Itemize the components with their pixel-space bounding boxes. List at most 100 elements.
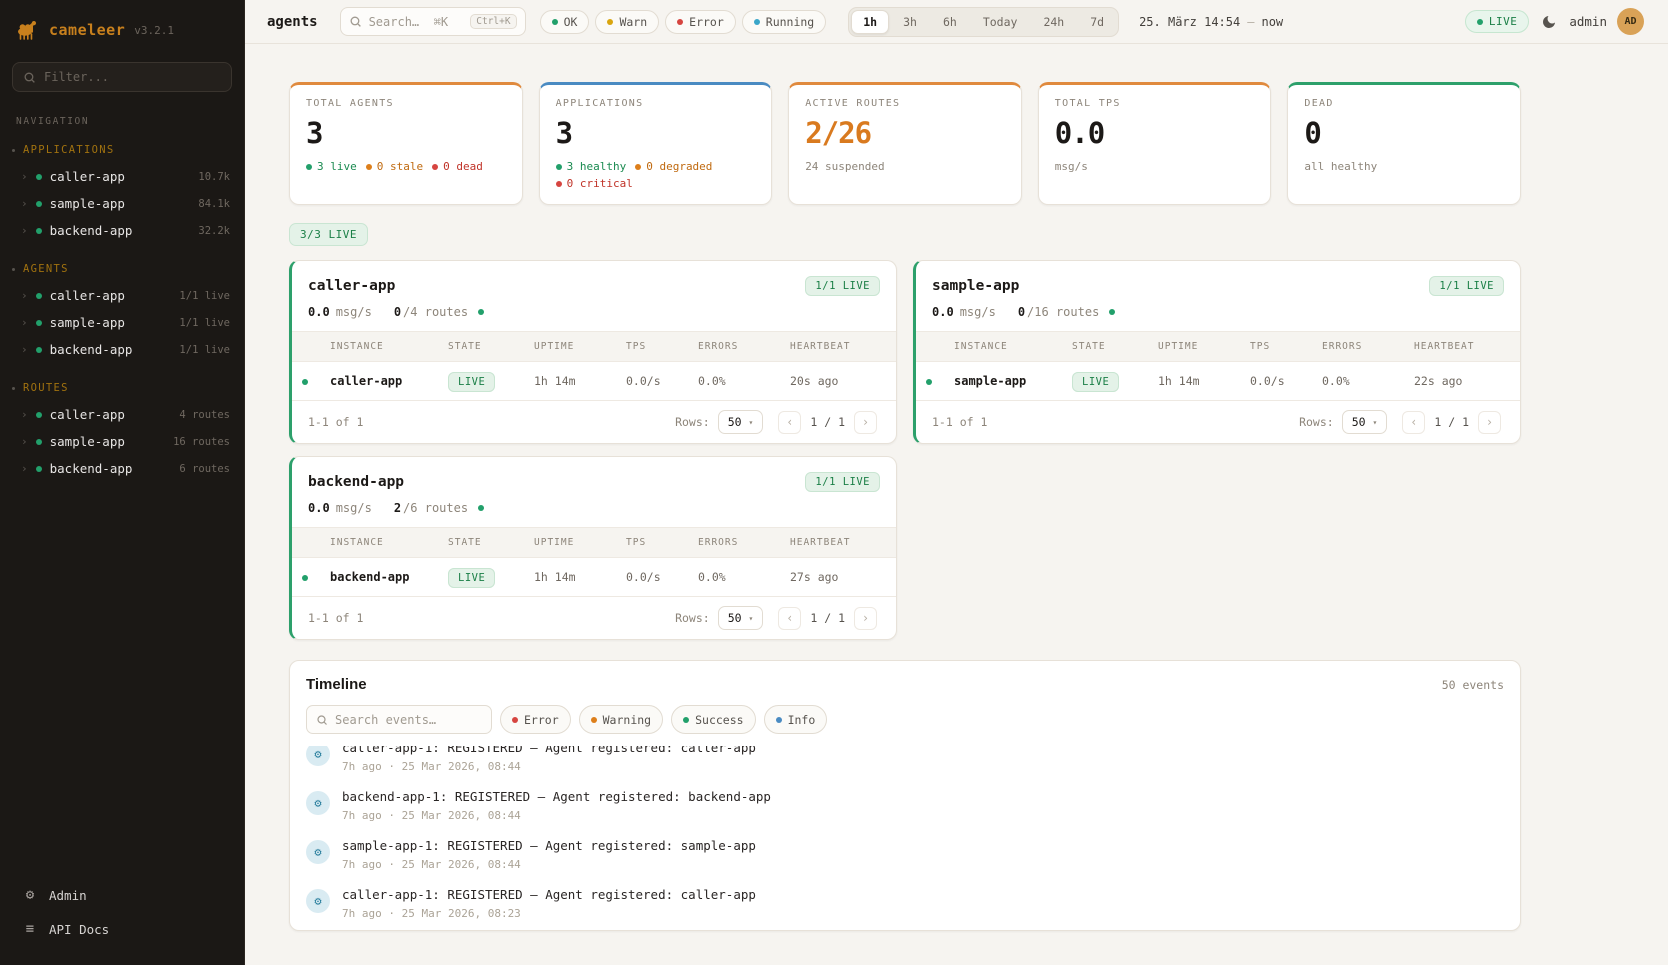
global-search[interactable]: Ctrl+K: [340, 7, 526, 36]
event-gear-icon: ⚙: [306, 746, 330, 766]
event-meta: 7h ago · 25 Mar 2026, 08:23: [342, 907, 756, 920]
chevron-right-icon: ›: [21, 198, 28, 209]
sidebar-item-routes-caller-app[interactable]: › caller-app 4 routes: [0, 401, 244, 428]
timeline-chip-error[interactable]: Error: [500, 705, 571, 734]
timeline-chip-success[interactable]: Success: [671, 705, 755, 734]
status-dot: [36, 320, 42, 326]
event-item[interactable]: ⚙ caller-app-1: REGISTERED — Agent regis…: [306, 879, 1504, 928]
timeline-chip-info[interactable]: Info: [764, 705, 828, 734]
timeline-toolbar: Error Warning Success Info: [290, 705, 1520, 746]
chip-label: Warn: [619, 15, 647, 29]
sidebar-item-applications-sample-app[interactable]: › sample-app 84.1k: [0, 190, 244, 217]
search-icon: [316, 714, 328, 726]
range-button-today[interactable]: Today: [971, 10, 1030, 34]
sidebar-filter[interactable]: [12, 62, 232, 92]
prev-page-button[interactable]: ‹: [1402, 411, 1425, 434]
item-badge: 6 routes: [179, 463, 230, 475]
events-search-input[interactable]: [335, 713, 465, 727]
events-count: 50 events: [1442, 678, 1504, 692]
filter-chip-error[interactable]: Error: [665, 10, 736, 34]
global-search-input[interactable]: [369, 15, 461, 29]
brand-name: cameleer: [49, 21, 125, 39]
success-dot: [683, 717, 689, 723]
prev-page-button[interactable]: ‹: [778, 411, 801, 434]
range-button-3h[interactable]: 3h: [891, 10, 929, 34]
event-gear-icon: ⚙: [306, 840, 330, 864]
sidebar-filter-input[interactable]: [44, 70, 221, 84]
rows-label: Rows:: [1299, 415, 1334, 429]
event-meta: 7h ago · 25 Mar 2026, 08:44: [342, 760, 756, 773]
dark-mode-toggle[interactable]: [1541, 14, 1557, 30]
table-row[interactable]: caller-app LIVE 1h 14m 0.0/s 0.0% 20s ag…: [292, 362, 896, 401]
live-dot: [1477, 19, 1483, 25]
app-name[interactable]: backend-app: [308, 474, 404, 490]
next-page-button[interactable]: ›: [854, 411, 877, 434]
app-name[interactable]: caller-app: [308, 278, 395, 294]
app-card-backend-app: backend-app 1/1 LIVE 0.0 msg/s 2/6 route…: [289, 456, 897, 640]
sidebar-item-routes-sample-app[interactable]: › sample-app 16 routes: [0, 428, 244, 455]
table-row[interactable]: sample-app LIVE 1h 14m 0.0/s 0.0% 22s ag…: [916, 362, 1520, 401]
status-dot: [36, 412, 42, 418]
col-state: STATE: [438, 528, 524, 558]
events-list[interactable]: ⚙ caller-app-1: REGISTERED — Agent regis…: [290, 746, 1520, 930]
event-title: sample-app-1: REGISTERED — Agent registe…: [342, 838, 756, 853]
main-area: agents Ctrl+K OK Warn Error Ru: [245, 0, 1668, 965]
content-scroll-area[interactable]: TOTAL AGENTS 3 3 live 0 stale 0 dead APP…: [245, 44, 1668, 965]
filter-chip-running[interactable]: Running: [742, 10, 826, 34]
table-row[interactable]: backend-app LIVE 1h 14m 0.0/s 0.0% 27s a…: [292, 558, 896, 597]
section-header-applications[interactable]: APPLICATIONS: [0, 137, 244, 163]
cell-heartbeat: 20s ago: [780, 362, 896, 401]
event-item[interactable]: ⚙ sample-app-1: REGISTERED — Agent regis…: [306, 830, 1504, 879]
chevron-down-icon: ▾: [1373, 418, 1378, 427]
sidebar-item-agents-caller-app[interactable]: › caller-app 1/1 live: [0, 282, 244, 309]
event-item[interactable]: ⚙ caller-app-1: REGISTERED — Agent regis…: [306, 746, 1504, 781]
chevron-right-icon: ›: [21, 171, 28, 182]
event-gear-icon: ⚙: [306, 889, 330, 913]
event-title: backend-app-1: REGISTERED — Agent regist…: [342, 789, 771, 804]
warn-dot: [607, 19, 613, 25]
col-instance: INSTANCE: [320, 332, 438, 362]
username: admin: [1569, 14, 1607, 29]
range-start: 25. März 14:54: [1139, 15, 1240, 29]
event-item[interactable]: ⚙ backend-app-1: REGISTERED — Agent regi…: [306, 781, 1504, 830]
status-dot: [36, 347, 42, 353]
avatar[interactable]: AD: [1617, 8, 1644, 35]
status-filter-chips: OK Warn Error Running: [540, 10, 827, 34]
timeline-chip-warning[interactable]: Warning: [579, 705, 663, 734]
rows-per-page-select[interactable]: 50 ▾: [718, 410, 764, 434]
section-header-agents[interactable]: AGENTS: [0, 256, 244, 282]
col-heartbeat: HEARTBEAT: [780, 332, 896, 362]
filter-chip-warn[interactable]: Warn: [595, 10, 659, 34]
range-button-6h[interactable]: 6h: [931, 10, 969, 34]
event-meta: 7h ago · 25 Mar 2026, 08:44: [342, 809, 771, 822]
app-name[interactable]: sample-app: [932, 278, 1019, 294]
sidebar-item-api-docs[interactable]: ≡ API Docs: [12, 913, 232, 945]
section-header-routes[interactable]: ROUTES: [0, 375, 244, 401]
sidebar-item-agents-backend-app[interactable]: › backend-app 1/1 live: [0, 336, 244, 363]
sidebar-item-agents-sample-app[interactable]: › sample-app 1/1 live: [0, 309, 244, 336]
chip-label: Warning: [603, 713, 651, 727]
rows-per-page-select[interactable]: 50 ▾: [1342, 410, 1388, 434]
sidebar-item-applications-caller-app[interactable]: › caller-app 10.7k: [0, 163, 244, 190]
item-label: caller-app: [50, 407, 125, 422]
next-page-button[interactable]: ›: [1478, 411, 1501, 434]
events-search[interactable]: [306, 705, 492, 734]
sidebar-item-applications-backend-app[interactable]: › backend-app 32.2k: [0, 217, 244, 244]
range-button-24h[interactable]: 24h: [1031, 10, 1076, 34]
range-button-7d[interactable]: 7d: [1078, 10, 1116, 34]
sidebar-item-admin[interactable]: ⚙ Admin: [12, 879, 232, 911]
collapse-dot-icon: [12, 387, 15, 390]
warning-dot: [591, 717, 597, 723]
rows-per-page-select[interactable]: 50 ▾: [718, 606, 764, 630]
instance-status-dot: [926, 379, 932, 385]
live-status-badge: LIVE: [1465, 10, 1530, 33]
stat-dead: 0 dead: [443, 160, 483, 173]
filter-chip-ok[interactable]: OK: [540, 10, 590, 34]
routes-total: /4 routes: [403, 305, 468, 319]
next-page-button[interactable]: ›: [854, 607, 877, 630]
prev-page-button[interactable]: ‹: [778, 607, 801, 630]
stat-live: 3 live: [317, 160, 357, 173]
docs-list-icon: ≡: [22, 921, 38, 937]
sidebar-item-routes-backend-app[interactable]: › backend-app 6 routes: [0, 455, 244, 482]
range-button-1h[interactable]: 1h: [851, 10, 889, 34]
